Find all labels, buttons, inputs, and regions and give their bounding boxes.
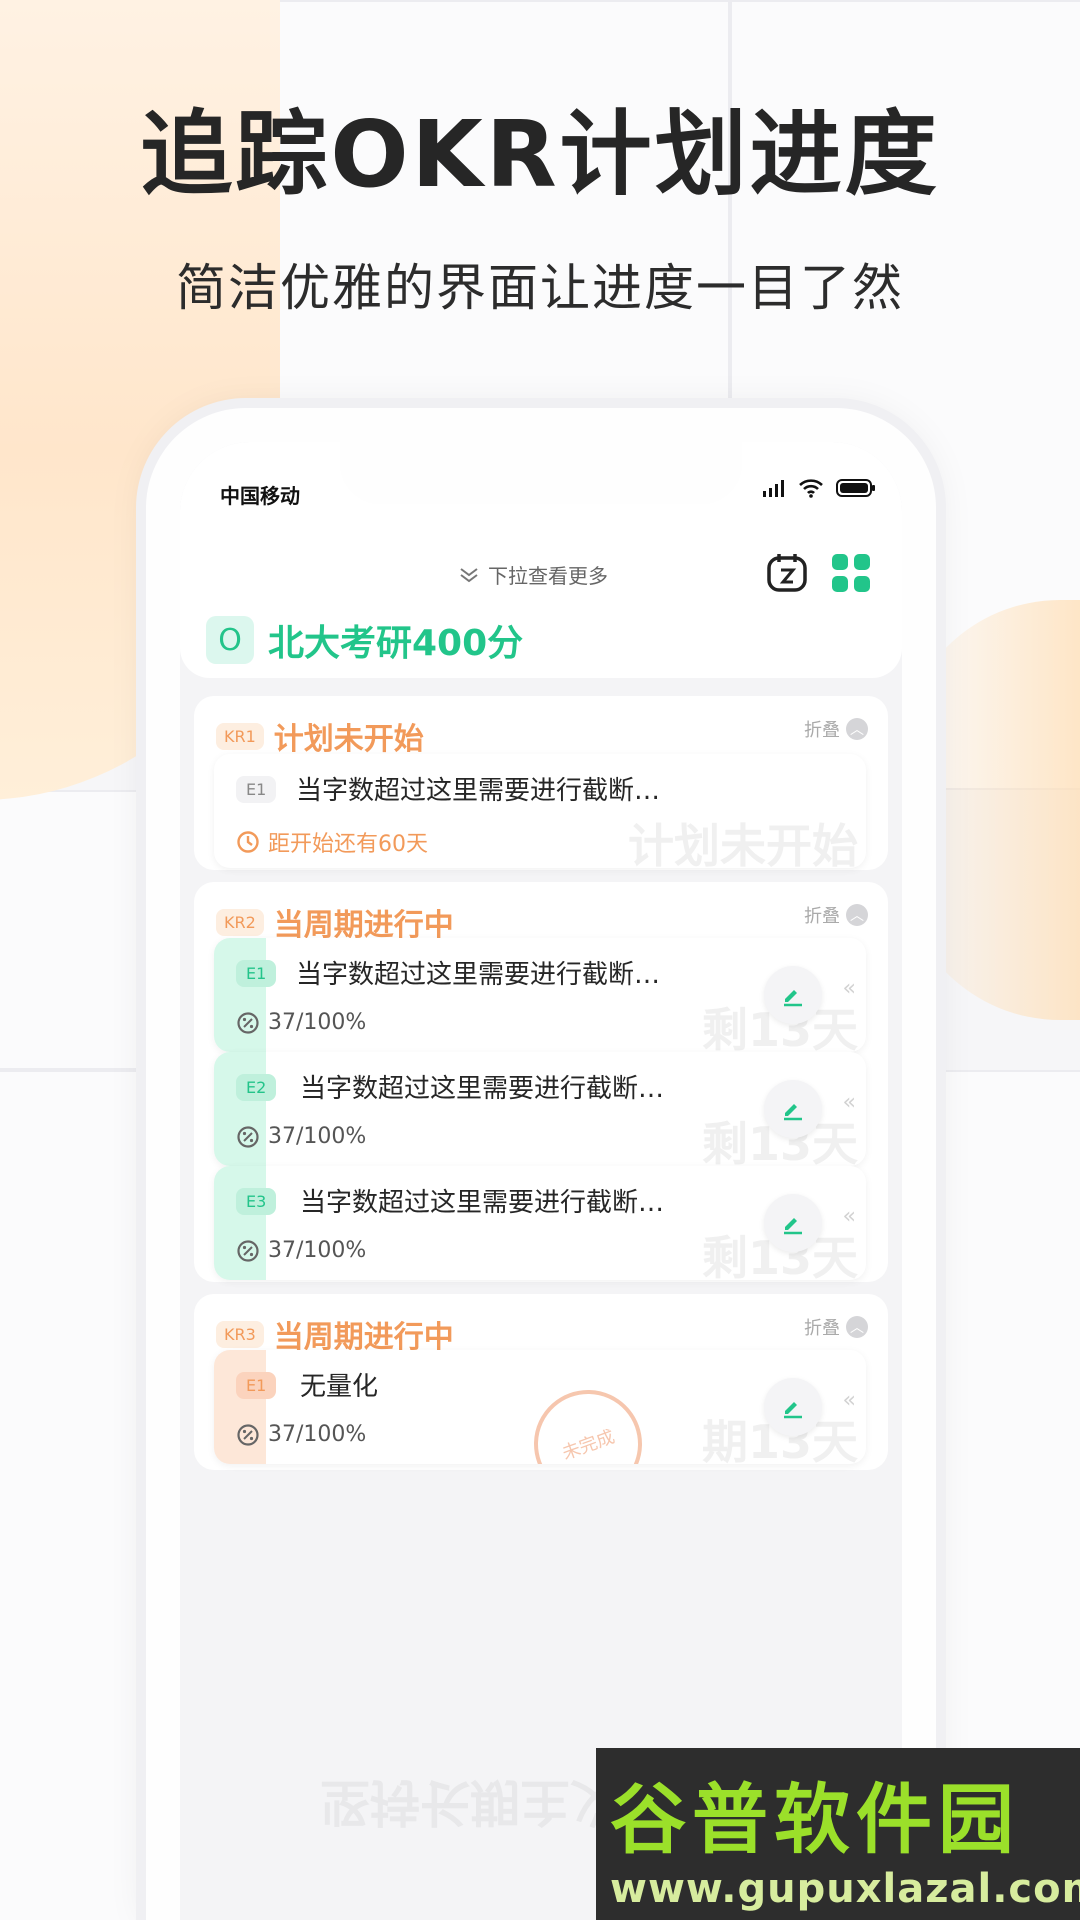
fold-label: 折叠 <box>804 1318 840 1339</box>
edit-button[interactable] <box>764 1378 822 1436</box>
kr-badge: KR2 <box>216 908 264 936</box>
chevron-up-icon: ︿ <box>846 718 868 740</box>
calendar-icon <box>767 554 807 592</box>
watermark-logo: 谷普软件园 <box>610 1775 1020 1864</box>
status-bar: 中国移动 <box>180 442 902 532</box>
item-meta-label: 距开始还有60天 <box>268 832 428 857</box>
item-meta: 距开始还有60天 <box>236 826 428 858</box>
list-item[interactable]: 期13天 E1 无量化 37/100% 未完成 « <box>214 1350 866 1464</box>
fold-button[interactable]: 折叠 ︿ <box>804 716 868 742</box>
chevron-up-icon: ︿ <box>846 904 868 926</box>
double-chevron-left-icon[interactable]: « <box>843 1090 856 1115</box>
carrier-name: 中国移动 <box>220 484 300 508</box>
promo-subline: 简洁优雅的界面让进度一目了然 <box>176 259 904 317</box>
fold-button[interactable]: 折叠 ︿ <box>804 902 868 928</box>
edit-button[interactable] <box>764 966 822 1024</box>
item-meta: 37/100% <box>236 1422 366 1447</box>
item-meta: 37/100% <box>236 1010 366 1035</box>
bottom-ghost-text: 坚持长期主义 <box>320 1773 620 1831</box>
fold-label: 折叠 <box>804 720 840 741</box>
chevron-up-icon: ︿ <box>846 1316 868 1338</box>
item-text: 无量化 <box>300 1372 379 1402</box>
wifi-icon <box>799 479 823 498</box>
edit-button[interactable] <box>764 1194 822 1252</box>
percent-icon <box>237 1423 259 1446</box>
status-icons <box>762 478 876 498</box>
grid-icon <box>832 554 870 592</box>
kr-card: KR3 当周期进行中 折叠 ︿ 期13天 E1 无量化 37/100% 未完成 <box>194 1294 888 1470</box>
kr-badge: KR1 <box>216 722 264 750</box>
double-chevron-down-icon <box>460 567 478 582</box>
edit-icon <box>784 1402 802 1419</box>
double-chevron-left-icon[interactable]: « <box>843 1388 856 1413</box>
kr-card: KR1 计划未开始 折叠 ︿ 计划未开始 E1 当字数超过这里需要进行截断… 距… <box>194 696 888 870</box>
stamp-label: 未完成 <box>559 1426 618 1464</box>
percent-icon <box>237 1239 259 1262</box>
objective-row[interactable]: O 北大考研400分 <box>206 614 523 666</box>
percent-icon <box>237 1125 259 1148</box>
fold-button[interactable]: 折叠 ︿ <box>804 1314 868 1340</box>
fold-label: 折叠 <box>804 906 840 927</box>
double-chevron-left-icon[interactable]: « <box>843 1204 856 1229</box>
grid-view-button[interactable] <box>828 550 874 596</box>
item-meta: 37/100% <box>236 1238 366 1263</box>
item-meta: 37/100% <box>236 1124 366 1149</box>
item-text: 当字数超过这里需要进行截断… <box>300 1074 665 1104</box>
edit-icon <box>784 1218 802 1235</box>
edit-button[interactable] <box>764 1080 822 1138</box>
kr-card: KR2 当周期进行中 折叠 ︿ 剩13天 E1 当字数超过这里需要进行截断… 3… <box>194 882 888 1282</box>
item-badge: E2 <box>236 1074 277 1101</box>
watermark-url: www.gupuxlazal.com <box>610 1866 1080 1912</box>
objective-badge: O <box>206 616 254 664</box>
list-item[interactable]: 剩13天 E1 当字数超过这里需要进行截断… 37/100% « <box>214 938 866 1052</box>
pull-down-hint[interactable]: 下拉查看更多 <box>458 560 608 589</box>
double-chevron-left-icon[interactable]: « <box>843 976 856 1001</box>
kr-header: KR1 计划未开始 <box>216 714 424 758</box>
promo-headline: 追踪OKR计划进度 <box>140 101 940 208</box>
objective-title: 北大考研400分 <box>268 623 524 664</box>
edit-icon <box>784 1104 802 1121</box>
item-badge: E1 <box>236 776 277 803</box>
list-item[interactable]: 剩13天 E3 当字数超过这里需要进行截断… 37/100% « <box>214 1166 866 1280</box>
item-meta-label: 37/100% <box>268 1422 367 1447</box>
edit-icon <box>784 990 802 1007</box>
percent-icon <box>237 1011 259 1034</box>
clock-icon <box>237 831 259 853</box>
item-badge: E3 <box>236 1188 277 1215</box>
phone-frame: 下拉查看更多 O 北大考研400分 中国移动 KR1 计划未开始 折叠 ︿ 计划… <box>146 408 936 1920</box>
item-text: 当字数超过这里需要进行截断… <box>296 776 661 806</box>
site-watermark: 谷普软件园 www.gupuxlazal.com <box>596 1748 1080 1920</box>
list-item[interactable]: 计划未开始 E1 当字数超过这里需要进行截断… 距开始还有60天 <box>214 754 866 868</box>
incomplete-stamp: 未完成 <box>518 1374 658 1464</box>
kr-badge: KR3 <box>216 1320 264 1348</box>
calendar-button[interactable] <box>764 550 810 596</box>
pull-down-hint-label: 下拉查看更多 <box>488 564 608 588</box>
item-meta-label: 37/100% <box>268 1238 367 1263</box>
kr-title: 计划未开始 <box>273 722 424 757</box>
item-meta-label: 37/100% <box>268 1010 367 1035</box>
item-badge: E1 <box>236 1372 277 1399</box>
phone-screen: 下拉查看更多 O 北大考研400分 中国移动 KR1 计划未开始 折叠 ︿ 计划… <box>180 442 902 1920</box>
item-text: 当字数超过这里需要进行截断… <box>300 1188 665 1218</box>
list-item[interactable]: 剩13天 E2 当字数超过这里需要进行截断… 37/100% « <box>214 1052 866 1166</box>
battery-icon <box>836 479 875 497</box>
item-meta-label: 37/100% <box>268 1124 367 1149</box>
signal-icon <box>763 480 784 497</box>
item-badge: E1 <box>236 960 277 987</box>
item-text: 当字数超过这里需要进行截断… <box>296 960 661 990</box>
item-ghost-label: 计划未开始 <box>628 819 858 868</box>
